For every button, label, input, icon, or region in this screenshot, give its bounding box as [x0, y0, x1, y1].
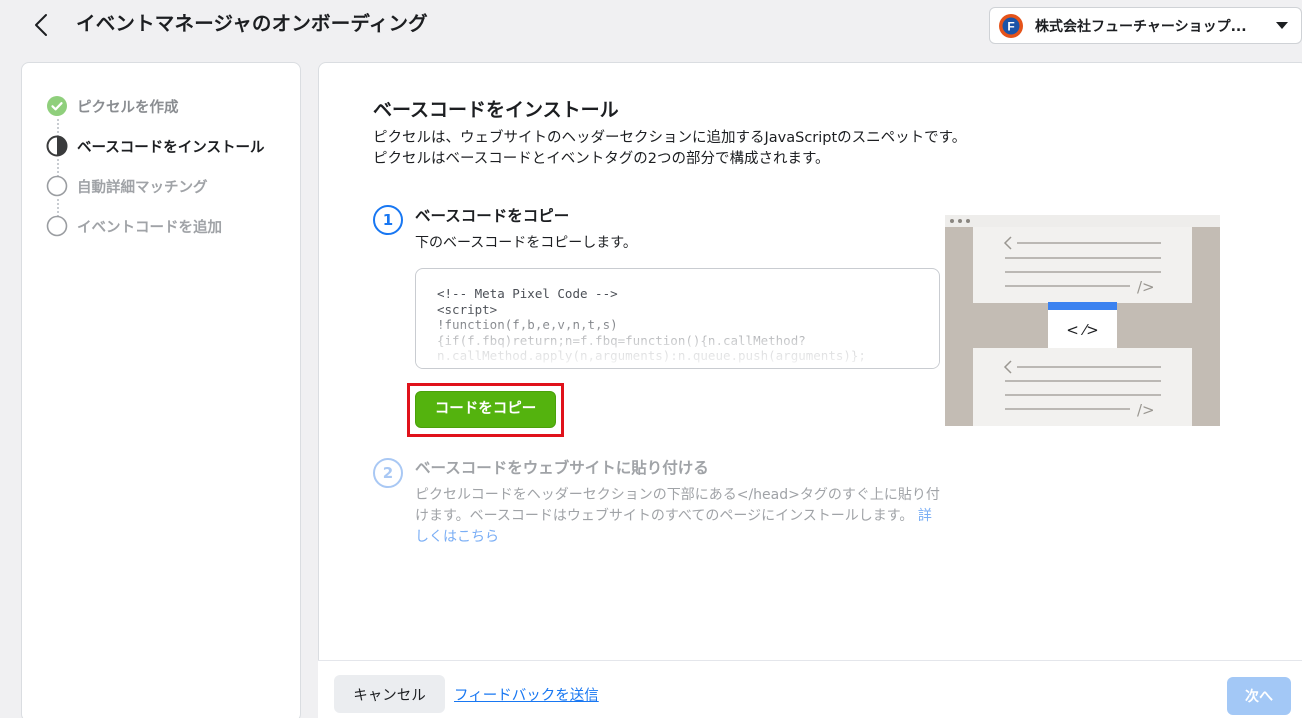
top-bar: イベントマネージャのオンボーディング F 株式会社フューチャーショップ...: [0, 0, 1302, 56]
sidebar-step-create-pixel[interactable]: ピクセルを作成: [46, 94, 179, 118]
sidebar-step-label: イベントコードを追加: [77, 219, 222, 236]
base-code-snippet: <!-- Meta Pixel Code --> <script> !funct…: [437, 286, 866, 363]
step2-title: ベースコードをウェブサイトに貼り付ける: [415, 459, 709, 477]
check-circle-icon: [46, 95, 68, 117]
website-header-illustration: /> < ⁄> />: [945, 215, 1220, 426]
account-logo: F: [999, 14, 1023, 38]
account-name: 株式会社フューチャーショップ...: [1035, 19, 1247, 35]
back-button[interactable]: [28, 10, 54, 40]
step1-description: 下のベースコードをコピーします。: [415, 235, 637, 251]
section-description: ピクセルは、ウェブサイトのヘッダーセクションに追加するJavaScriptのスニ…: [373, 130, 967, 167]
code-glyph: < ⁄>: [1066, 321, 1098, 339]
next-button[interactable]: 次へ: [1227, 677, 1291, 715]
cancel-button[interactable]: キャンセル: [334, 675, 445, 713]
half-circle-icon: [46, 135, 68, 157]
steps-sidebar: ピクセルを作成 ベースコードをインストール 自動詳細マッチング イベントコードを…: [21, 62, 301, 718]
empty-circle-icon: [46, 175, 68, 197]
base-code-box[interactable]: <!-- Meta Pixel Code --> <script> !funct…: [415, 268, 940, 369]
closing-tag-glyph: />: [1137, 401, 1155, 419]
empty-circle-icon: [46, 215, 68, 237]
sidebar-step-label: ベースコードをインストール: [77, 139, 265, 156]
account-logo-letter: F: [1007, 20, 1014, 34]
footer-bar: キャンセル フィードバックを送信 次へ: [318, 660, 1302, 718]
sidebar-step-install-base-code[interactable]: ベースコードをインストール: [46, 134, 264, 158]
step-number-badge: 1: [373, 205, 403, 235]
closing-tag-glyph: />: [1137, 278, 1155, 296]
page-title: イベントマネージャのオンボーディング: [76, 12, 428, 35]
step1-title: ベースコードをコピー: [415, 207, 570, 225]
feedback-link[interactable]: フィードバックを送信: [454, 684, 599, 705]
caret-down-icon: [1276, 22, 1288, 29]
step-number-badge: 2: [373, 458, 403, 488]
sidebar-step-label: 自動詳細マッチング: [77, 179, 208, 196]
chevron-left-icon: [35, 14, 47, 36]
sidebar-step-label: ピクセルを作成: [77, 99, 179, 116]
sidebar-step-add-event-code[interactable]: イベントコードを追加: [46, 214, 222, 238]
step2-description-text: ピクセルコードをヘッダーセクションの下部にある</head>タグのすぐ上に貼り付…: [415, 487, 940, 524]
main-panel: ベースコードをインストール ピクセルは、ウェブサイトのヘッダーセクションに追加す…: [318, 62, 1302, 718]
section-title: ベースコードをインストール: [373, 99, 619, 121]
account-selector[interactable]: F 株式会社フューチャーショップ...: [989, 7, 1302, 44]
sidebar-step-advanced-matching[interactable]: 自動詳細マッチング: [46, 174, 208, 198]
copy-code-button[interactable]: コードをコピー: [415, 391, 556, 428]
step2-description: ピクセルコードをヘッダーセクションの下部にある</head>タグのすぐ上に貼り付…: [415, 485, 940, 548]
